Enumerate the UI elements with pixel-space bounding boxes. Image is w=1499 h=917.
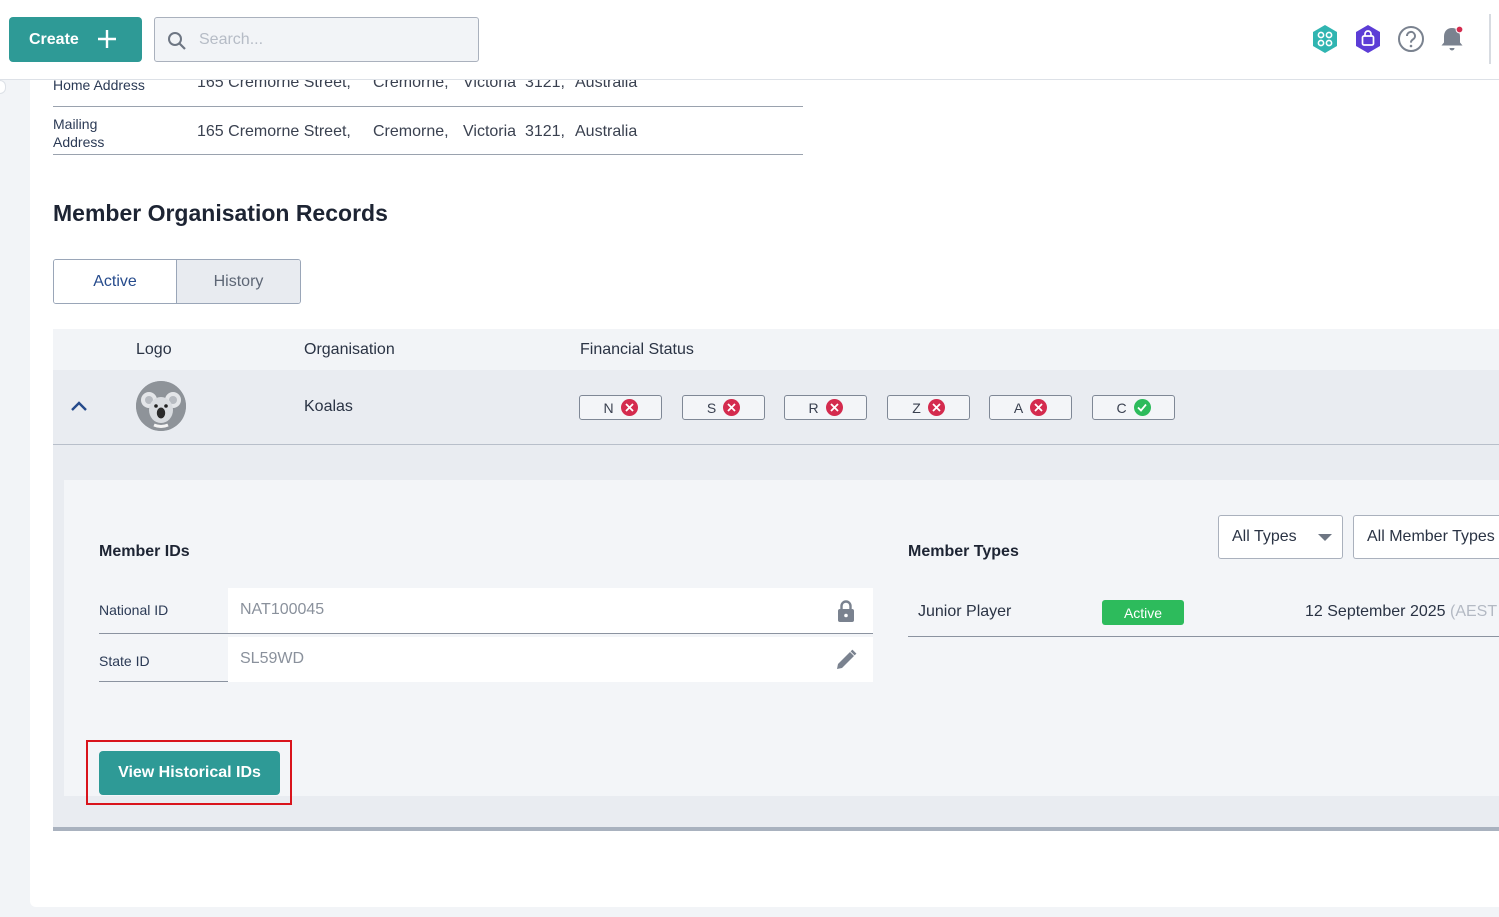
shield-bag-icon[interactable] [1353, 24, 1383, 54]
status-code: S [706, 399, 717, 416]
state-id-row: State ID SL59WD [99, 636, 873, 682]
section-title: Member Organisation Records [53, 200, 388, 226]
check-icon [1133, 399, 1151, 416]
collapse-handle[interactable] [0, 80, 6, 94]
pencil-icon[interactable] [833, 647, 859, 673]
mailing-address-street: 165 Cremorne Street, [197, 123, 351, 140]
search-input[interactable] [199, 18, 469, 61]
top-bar: Create [0, 0, 1499, 80]
mailing-address-label-line1: Mailing [53, 116, 98, 132]
status-code: A [1013, 399, 1024, 416]
national-id-row: National ID NAT100045 [99, 588, 873, 634]
table-header: Logo Organisation Financial Status [53, 329, 1499, 370]
status-code: C [1116, 399, 1127, 416]
koala-icon [136, 381, 186, 431]
status-badge-z: Z [887, 395, 970, 420]
cross-icon [723, 399, 741, 416]
cross-icon [825, 399, 843, 416]
status-badge-s: S [682, 395, 765, 420]
search-box[interactable] [154, 17, 479, 62]
topbar-divider [1489, 14, 1491, 64]
members-network-icon[interactable] [1310, 24, 1340, 54]
create-label: Create [29, 30, 79, 48]
member-types-title: Member Types [908, 543, 1019, 560]
create-button[interactable]: Create [9, 17, 142, 62]
member-type-timezone: (AEST [1450, 603, 1498, 620]
national-id-label: National ID [99, 602, 169, 618]
view-historical-ids-button[interactable]: View Historical IDs [99, 751, 280, 795]
header-logo: Logo [136, 341, 172, 358]
bell-icon[interactable] [1438, 24, 1468, 54]
status-code: R [808, 399, 819, 416]
cross-icon [927, 399, 945, 416]
status-badge-c: C [1092, 395, 1175, 420]
state-id-field: SL59WD [228, 637, 873, 682]
tab-history[interactable]: History [177, 260, 300, 303]
member-type-date: 12 September 2025 (AEST [1305, 603, 1497, 621]
chevron-up-icon[interactable] [70, 399, 88, 413]
type-filter-select[interactable]: All Types [1218, 515, 1343, 559]
mailing-address-suburb: Cremorne, [373, 123, 449, 140]
tab-active[interactable]: Active [54, 260, 177, 303]
mailing-address-row: Mailing Address 165 Cremorne Street, Cre… [53, 107, 803, 155]
header-financial-status: Financial Status [580, 341, 694, 358]
mailing-address-state: Victoria 3121, [463, 123, 565, 140]
mailing-address-label-line2: Address [53, 134, 105, 150]
status-badge-a: A [989, 395, 1072, 420]
status-badge-r: R [784, 395, 867, 420]
record-tabs: Active History [53, 259, 301, 304]
caret-down-icon [1318, 534, 1332, 541]
member-type-filter-select[interactable]: All Member Types [1353, 515, 1499, 559]
cross-icon [620, 399, 638, 416]
member-type-date-value: 12 September 2025 [1305, 603, 1446, 620]
help-icon[interactable] [1396, 24, 1426, 54]
organisation-name: Koalas [304, 398, 353, 415]
cross-icon [1030, 399, 1048, 416]
expanded-details: Member IDs National ID NAT100045 State I… [53, 445, 1499, 831]
member-type-name: Junior Player [918, 603, 1012, 620]
status-code: N [603, 399, 614, 416]
lock-icon [838, 600, 854, 622]
status-code: Z [912, 399, 921, 416]
member-ids-title: Member IDs [99, 543, 190, 560]
header-organisation: Organisation [304, 341, 395, 358]
table-row: Koalas N S R Z A C [53, 370, 1499, 445]
type-filter-value: All Types [1232, 528, 1297, 545]
details-panel: Member IDs National ID NAT100045 State I… [64, 480, 1499, 805]
state-id-value: SL59WD [240, 650, 305, 667]
member-type-filter-value: All Member Types [1367, 528, 1495, 545]
organisation-logo [136, 381, 186, 431]
member-type-row: Junior Player Active 12 September 2025 (… [908, 587, 1499, 637]
plus-icon [98, 30, 116, 48]
status-badge-n: N [579, 395, 662, 420]
national-id-field: NAT100045 [228, 588, 873, 633]
member-type-status-badge: Active [1102, 600, 1184, 625]
search-icon [168, 32, 186, 50]
state-id-label: State ID [99, 653, 150, 669]
national-id-value: NAT100045 [240, 601, 325, 618]
mailing-address-country: Australia [575, 123, 638, 140]
